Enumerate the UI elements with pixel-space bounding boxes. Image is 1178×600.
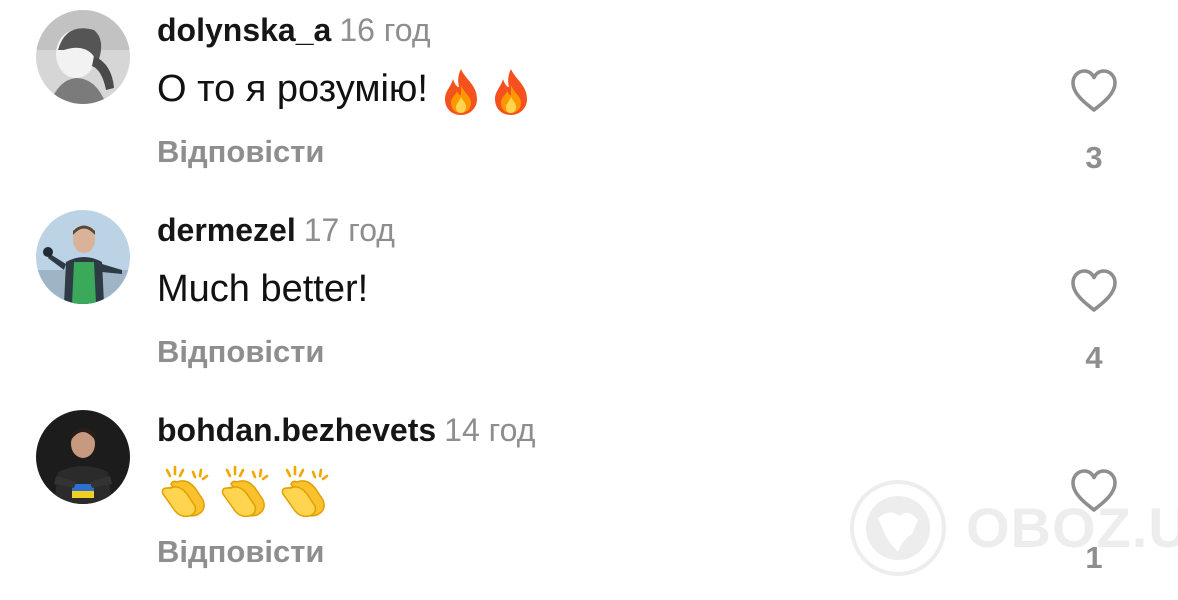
heart-icon bbox=[1071, 69, 1117, 112]
like-button[interactable] bbox=[1069, 268, 1119, 314]
comment-header: dermezel 17 год bbox=[157, 210, 395, 257]
username-link[interactable]: dermezel bbox=[157, 212, 296, 248]
comment-header: dolynska_a 16 год bbox=[157, 10, 431, 57]
clapping-hands-icon bbox=[281, 465, 329, 518]
comment-timestamp: 16 год bbox=[339, 12, 431, 48]
comment-item: dolynska_a 16 год О то я розумію! Відпові… bbox=[0, 0, 1178, 200]
heart-icon bbox=[1071, 269, 1117, 312]
clapping-hands-icon bbox=[161, 465, 209, 518]
avatar-photo bbox=[36, 410, 130, 504]
reply-button[interactable]: Відповісти bbox=[157, 332, 325, 372]
username-link[interactable]: dolynska_a bbox=[157, 12, 331, 48]
comment-item: dermezel 17 год Much better! Відповісти 4 bbox=[0, 200, 1178, 400]
like-button[interactable] bbox=[1069, 68, 1119, 114]
comment-text bbox=[157, 464, 337, 518]
fire-icon bbox=[444, 68, 477, 115]
comment-timestamp: 14 год bbox=[444, 412, 536, 448]
like-count: 3 bbox=[1085, 140, 1103, 175]
comment-text-content: Much better! bbox=[157, 268, 369, 310]
user-avatar[interactable] bbox=[36, 10, 130, 104]
reply-button[interactable]: Відповісти bbox=[157, 132, 325, 172]
like-count: 4 bbox=[1085, 340, 1103, 375]
user-avatar[interactable] bbox=[36, 410, 130, 504]
comment-text: Much better! bbox=[157, 264, 368, 314]
like-button[interactable] bbox=[1069, 468, 1119, 514]
avatar-photo bbox=[36, 10, 130, 104]
emoji-row bbox=[439, 65, 539, 117]
comment-timestamp: 17 год bbox=[303, 212, 395, 248]
comment-text-content: О то я розумію! bbox=[157, 68, 428, 110]
like-count: 1 bbox=[1085, 540, 1103, 575]
emoji-row bbox=[157, 464, 337, 518]
fire-icon bbox=[494, 68, 527, 115]
heart-icon bbox=[1071, 469, 1117, 512]
username-link[interactable]: bohdan.bezhevets bbox=[157, 412, 436, 448]
comment-text: О то я розумію! bbox=[157, 64, 539, 117]
avatar-photo bbox=[36, 210, 130, 304]
reply-button[interactable]: Відповісти bbox=[157, 532, 325, 572]
clapping-hands-icon bbox=[221, 465, 269, 518]
user-avatar[interactable] bbox=[36, 210, 130, 304]
comment-item: bohdan.bezhevets 14 год Відповісти 1 bbox=[0, 400, 1178, 600]
comment-header: bohdan.bezhevets 14 год bbox=[157, 410, 535, 457]
